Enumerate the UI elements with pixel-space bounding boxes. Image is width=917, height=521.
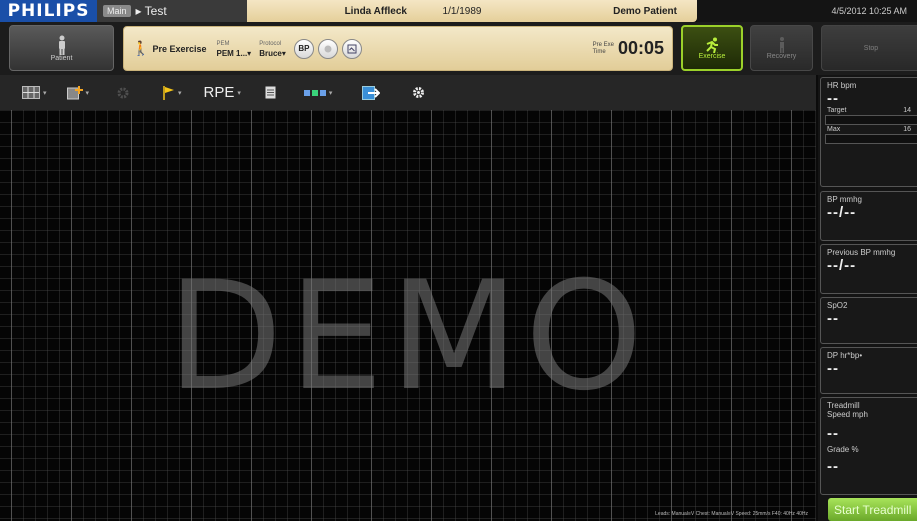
treadmill-speed-value: --: [827, 425, 839, 442]
report-button[interactable]: [341, 38, 362, 59]
treadmill-box: Treadmill Speed mph -- Grade % --: [820, 397, 917, 495]
max-value: 16: [903, 126, 911, 133]
spo2-box: SpO2 --: [820, 297, 917, 344]
lead-select-dropdown[interactable]: ▾: [303, 80, 333, 105]
hr-value: --: [827, 90, 839, 107]
treadmill-title-line1: Treadmill: [827, 401, 860, 410]
grade-value: --: [827, 458, 839, 475]
main-button[interactable]: Main: [103, 5, 131, 17]
report-button[interactable]: [265, 80, 276, 105]
export-arrow-icon: [362, 85, 381, 100]
add-event-icon: [66, 85, 83, 99]
protocol-value: Bruce▾: [259, 48, 286, 58]
bp-button[interactable]: BP: [293, 38, 314, 59]
rpe-dropdown[interactable]: RPE ▾: [204, 80, 241, 105]
settings-button[interactable]: [412, 80, 425, 105]
target-value: 14: [903, 107, 911, 114]
previous-bp-title: Previous BP mmhg: [827, 248, 896, 257]
chevron-down-icon: ▾: [237, 89, 241, 97]
hr-box: HR bpm -- Target 14 Max 16: [820, 77, 917, 187]
protocol-caption: Protocol: [259, 40, 282, 47]
record-button[interactable]: [317, 38, 338, 59]
chevron-down-icon: ▾: [85, 89, 90, 97]
bp-value: --/--: [827, 204, 857, 221]
vitals-panel: HR bpm -- Target 14 Max 16 BP mmhg --/--…: [818, 75, 917, 521]
timer-caption: Pre Exe Time: [593, 42, 614, 56]
rpe-label: RPE: [203, 84, 235, 101]
person-icon: [58, 35, 65, 55]
dp-box: DP hr*bp• --: [820, 347, 917, 394]
timer-caption-line1: Pre Exe: [592, 41, 614, 48]
target-hr-row: Target 14: [821, 107, 917, 114]
grade-title: Grade %: [827, 445, 859, 454]
timer-caption-line2: Time: [592, 48, 606, 55]
datetime: 4/5/2012 10:25 AM: [831, 6, 907, 16]
start-treadmill-button[interactable]: Start Treadmill: [828, 498, 917, 521]
record-icon: [324, 45, 332, 52]
protocol-select[interactable]: Protocol Bruce▾: [259, 40, 286, 58]
bp-box[interactable]: BP mmhg --/--: [820, 191, 917, 241]
gear-icon: [413, 87, 425, 98]
add-event-dropdown[interactable]: ▾: [66, 80, 90, 105]
demo-watermark: DEMO: [167, 250, 649, 424]
max-hr-bar: [825, 134, 917, 144]
chevron-down-icon: ▾: [43, 89, 47, 97]
layout-dropdown[interactable]: ▾: [22, 80, 47, 105]
control-row: Patient 🚶 Pre Exercise PEM PEM 1...▾ Pro…: [0, 22, 917, 75]
waveform-settings-footnote: Leads: Manual≡V Chest: Manual≡V Speed: 2…: [655, 511, 808, 517]
walking-person-icon: 🚶: [132, 40, 150, 56]
patient-info-strip: Linda Affleck 1/1/1989 Demo Patient: [247, 0, 697, 22]
chevron-down-icon: ▾: [178, 89, 182, 97]
previous-bp-box: Previous BP mmhg --/--: [820, 244, 917, 294]
stage-label: Pre Exercise: [152, 43, 207, 54]
pem-value: PEM 1...▾: [216, 48, 252, 58]
grid-layout-icon: [22, 86, 40, 99]
settings-gear-disabled[interactable]: [116, 80, 130, 105]
gear-icon: [117, 87, 129, 98]
treadmill-title-line2: Speed mph: [827, 410, 868, 419]
report-icon: [347, 44, 357, 53]
running-person-icon: [706, 37, 718, 53]
patient-name: Linda Affleck: [344, 5, 407, 17]
stop-label: Stop: [863, 44, 879, 52]
export-button[interactable]: [362, 80, 381, 105]
standing-person-icon: [779, 36, 784, 53]
pem-caption: PEM: [216, 40, 230, 47]
recovery-label: Recovery: [766, 52, 797, 60]
bp-title: BP mmhg: [827, 195, 862, 204]
stop-button[interactable]: Stop: [821, 25, 917, 71]
datetime-area: 4/5/2012 10:25 AM: [697, 0, 917, 22]
exercise-control-panel: 🚶 Pre Exercise PEM PEM 1...▾ Protocol Br…: [123, 26, 673, 71]
max-label: Max: [827, 126, 841, 133]
spo2-value: --: [827, 310, 839, 327]
patient-button-label: Patient: [50, 54, 73, 62]
mode-area: Main ▸ Test: [97, 0, 247, 22]
patient-type: Demo Patient: [613, 5, 677, 17]
previous-bp-value: --/--: [827, 257, 857, 274]
philips-logo: PHILIPS: [0, 0, 97, 22]
pre-exercise-timer: 00:05: [617, 38, 664, 58]
pem-select[interactable]: PEM PEM 1...▾: [216, 40, 251, 58]
dp-value: --: [827, 360, 839, 377]
recovery-button[interactable]: Recovery: [750, 25, 813, 71]
leads-icon: [303, 89, 326, 96]
patient-button[interactable]: Patient: [9, 25, 114, 71]
spo2-title: SpO2: [827, 301, 848, 310]
dp-title: DP hr*bp•: [827, 351, 863, 360]
target-hr-bar: [825, 115, 917, 125]
target-label: Target: [827, 107, 847, 114]
flag-icon: [163, 85, 175, 100]
hr-title: HR bpm: [827, 81, 857, 90]
exercise-button[interactable]: Exercise: [681, 25, 743, 71]
max-hr-row: Max 16: [821, 126, 917, 133]
top-bar: PHILIPS Main ▸ Test Linda Affleck 1/1/19…: [0, 0, 917, 22]
ecg-waveform-area: DEMO Leads: Manual≡V Chest: Manual≡V Spe…: [0, 110, 816, 521]
patient-dob: 1/1/1989: [442, 5, 482, 17]
exercise-label: Exercise: [698, 52, 726, 60]
flag-dropdown[interactable]: ▾: [163, 80, 182, 105]
waveform-toolbar: ▾ ▾ ▾ RPE ▾ ▾: [0, 75, 816, 110]
test-breadcrumb[interactable]: ▸ Test: [136, 4, 167, 18]
document-icon: [265, 86, 276, 99]
chevron-down-icon: ▾: [328, 89, 333, 97]
